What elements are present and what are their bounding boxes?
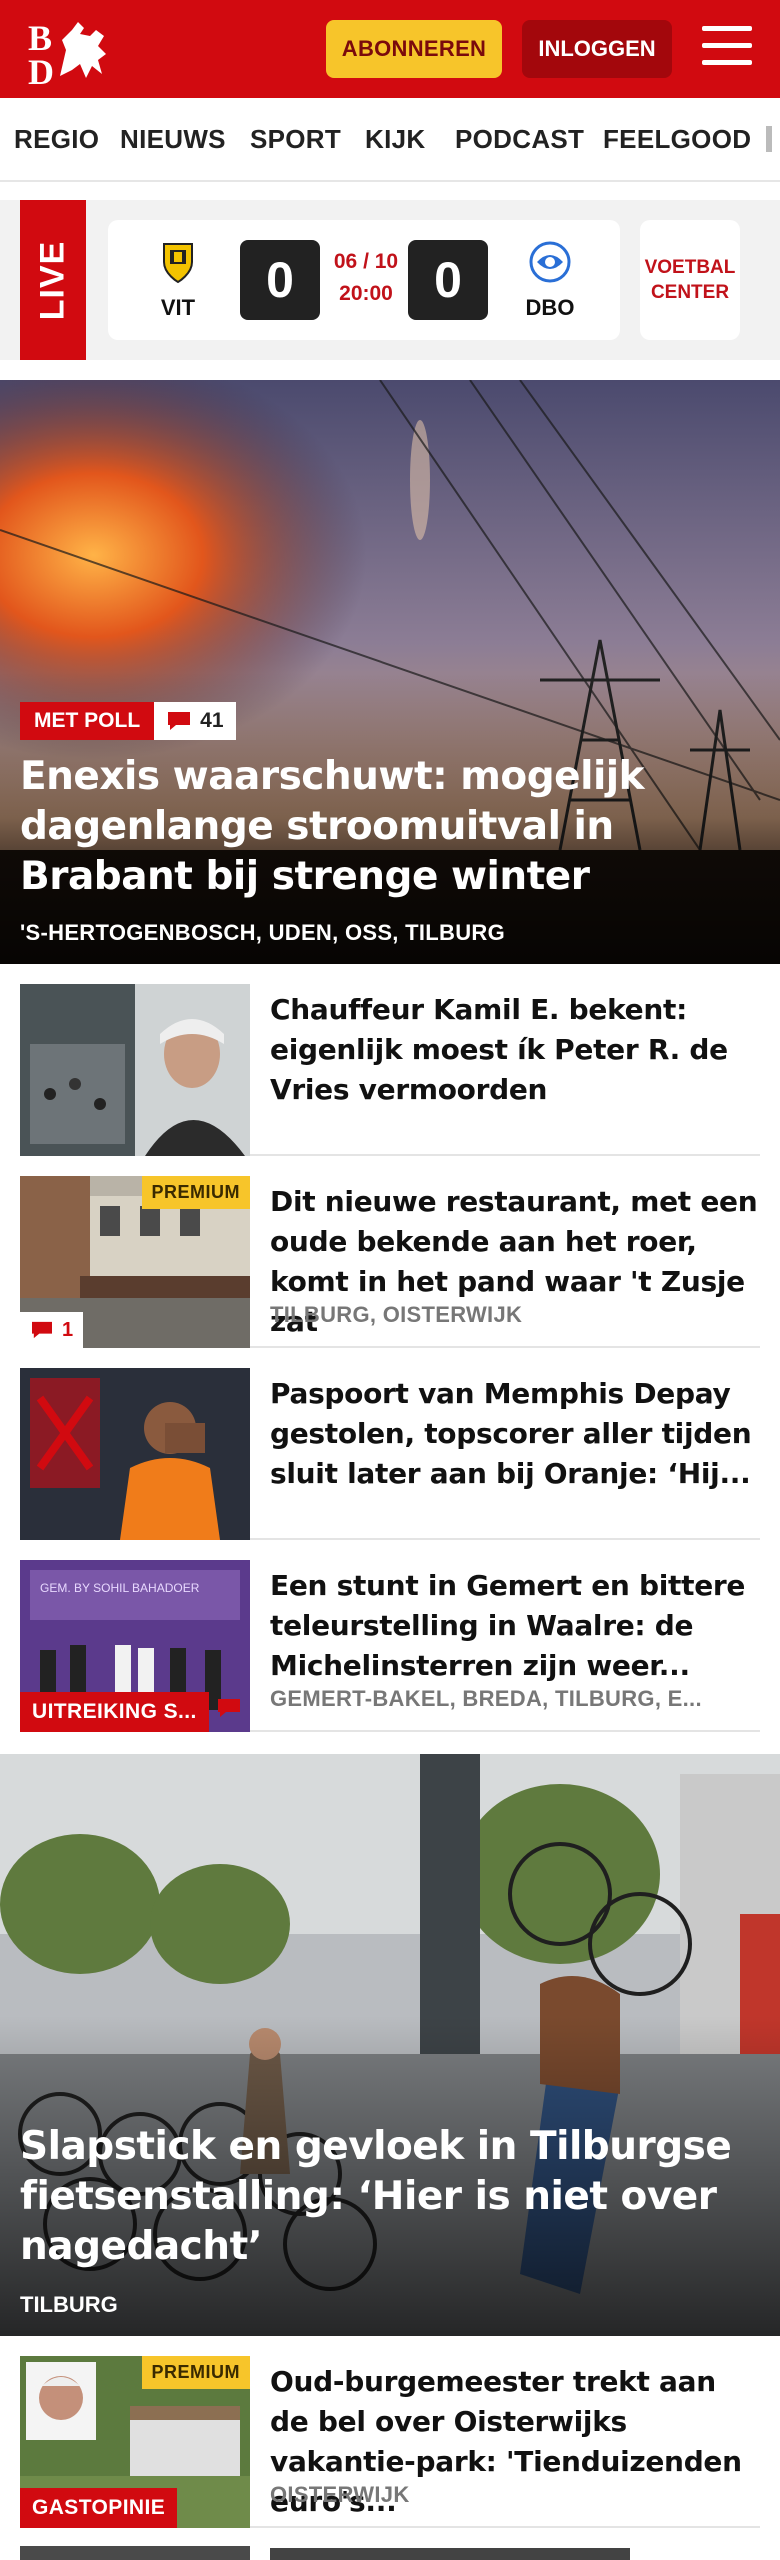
article-item[interactable]: Paspoort van Memphis Depay gestolen, top… xyxy=(20,1368,760,1540)
premium-badge: PREMIUM xyxy=(141,2356,250,2389)
featured-article-tags: TILBURG xyxy=(20,2292,118,2317)
home-team-abbr: VIT xyxy=(160,295,196,320)
category-badge: GASTOPINIE xyxy=(20,2488,178,2528)
vitesse-crest-icon xyxy=(163,243,193,284)
nav-item-nieuws[interactable]: NIEUWS xyxy=(120,124,226,155)
category-badge: UITREIKING S... xyxy=(20,1692,209,1732)
article-thumbnail: GASTOPINIE PREMIUM xyxy=(20,2356,250,2528)
poll-badge: MET POLL 41 xyxy=(20,702,236,740)
comment-icon xyxy=(168,712,191,730)
nav-item-regio[interactable]: REGIO xyxy=(14,124,99,155)
voetbal-center-label-1: VOETBAL xyxy=(644,257,736,278)
nav-item-podcast[interactable]: PODCAST xyxy=(455,124,584,155)
hero-location-tags: 'S-HERTOGENBOSCH, UDEN, OSS, TILBURG xyxy=(20,920,505,945)
match-card[interactable]: VIT 0 06 / 10 20:00 0 DBO xyxy=(108,220,620,340)
article-location-tags: TILBURG, OISTERWIJK xyxy=(270,1302,523,1327)
nav-item-sport[interactable]: SPORT xyxy=(250,124,341,155)
den-bosch-crest-icon xyxy=(529,241,571,283)
hero-title[interactable]: Enexis waarschuwt: mogelijk dagenlange s… xyxy=(20,752,760,902)
home-score: 0 xyxy=(240,240,320,320)
article-item[interactable]: GASTOPINIE PREMIUM Oud-burgemeester trek… xyxy=(20,2356,760,2528)
next-article-thumbnail[interactable] xyxy=(20,2546,250,2560)
next-article-title-peek[interactable] xyxy=(270,2548,630,2560)
bd-logo[interactable]: B D xyxy=(26,16,112,86)
live-scores-bar: LIVE VIT 0 06 / 10 20:00 0 DBO VOETBAL C… xyxy=(0,200,780,360)
away-team: DBO xyxy=(520,240,580,321)
nav-item-kijk[interactable]: KIJK xyxy=(365,124,425,155)
article-item[interactable]: Chauffeur Kamil E. bekent: eigenlijk moe… xyxy=(20,984,760,1156)
comment-count-badge[interactable]: 41 xyxy=(154,702,236,740)
away-team-abbr: DBO xyxy=(525,295,575,320)
nav-item-feelgood[interactable]: FEELGOOD xyxy=(603,124,751,155)
article-thumbnail: 1 PREMIUM xyxy=(20,1176,250,1348)
menu-icon[interactable] xyxy=(702,26,752,70)
voetbal-center-label-2: CENTER xyxy=(650,282,730,303)
poll-label: MET POLL xyxy=(20,702,155,740)
comment-icon xyxy=(32,1321,52,1339)
featured-article-title[interactable]: Slapstick en gevloek in Tilburgse fietse… xyxy=(20,2122,760,2272)
match-time: 20:00 xyxy=(339,282,393,305)
article-thumbnail xyxy=(20,1368,250,1540)
svg-text:D: D xyxy=(28,52,54,86)
live-label-text: LIVE xyxy=(33,240,72,320)
article-title[interactable]: Paspoort van Memphis Depay gestolen, top… xyxy=(270,1374,760,1494)
article-thumbnail: GEM. BY SOHIL BAHADOER UITREIKING S... xyxy=(20,1560,250,1732)
premium-badge: PREMIUM xyxy=(141,1176,250,1209)
comment-icon[interactable] xyxy=(216,1697,242,1724)
article-location-tags: OISTERWIJK xyxy=(270,2482,410,2507)
nav-overflow-hint xyxy=(766,126,772,152)
comment-count: 41 xyxy=(200,709,224,732)
article-location-tags: GEMERT-BAKEL, BREDA, TILBURG, E... xyxy=(270,1686,702,1711)
article-title[interactable]: Chauffeur Kamil E. bekent: eigenlijk moe… xyxy=(270,990,760,1110)
live-label[interactable]: LIVE xyxy=(20,200,86,360)
article-item[interactable]: GEM. BY SOHIL BAHADOER UITREIKING S... E… xyxy=(20,1560,760,1732)
voetbal-center-button[interactable]: VOETBAL CENTER xyxy=(640,220,740,340)
match-date: 06 / 10 xyxy=(333,250,399,273)
article-item[interactable]: 1 PREMIUM Dit nieuwe restaurant, met een… xyxy=(20,1176,760,1348)
match-datetime: 06 / 10 20:00 xyxy=(328,246,404,310)
article-thumbnail xyxy=(20,984,250,1156)
site-header: B D ABONNEREN INLOGGEN xyxy=(0,0,780,98)
comment-count: 1 xyxy=(62,1318,74,1341)
comment-count-badge[interactable]: 1 xyxy=(20,1312,84,1348)
main-nav: REGIO NIEUWS SPORT KIJK PODCAST FEELGOOD xyxy=(0,98,780,182)
svg-text:GEM. BY SOHIL BAHADOER: GEM. BY SOHIL BAHADOER xyxy=(40,1581,200,1595)
login-button[interactable]: INLOGGEN xyxy=(522,20,672,78)
subscribe-button[interactable]: ABONNEREN xyxy=(326,20,502,78)
away-score: 0 xyxy=(408,240,488,320)
home-team: VIT xyxy=(148,240,208,321)
article-title[interactable]: Een stunt in Gemert en bittere teleurste… xyxy=(270,1566,760,1686)
